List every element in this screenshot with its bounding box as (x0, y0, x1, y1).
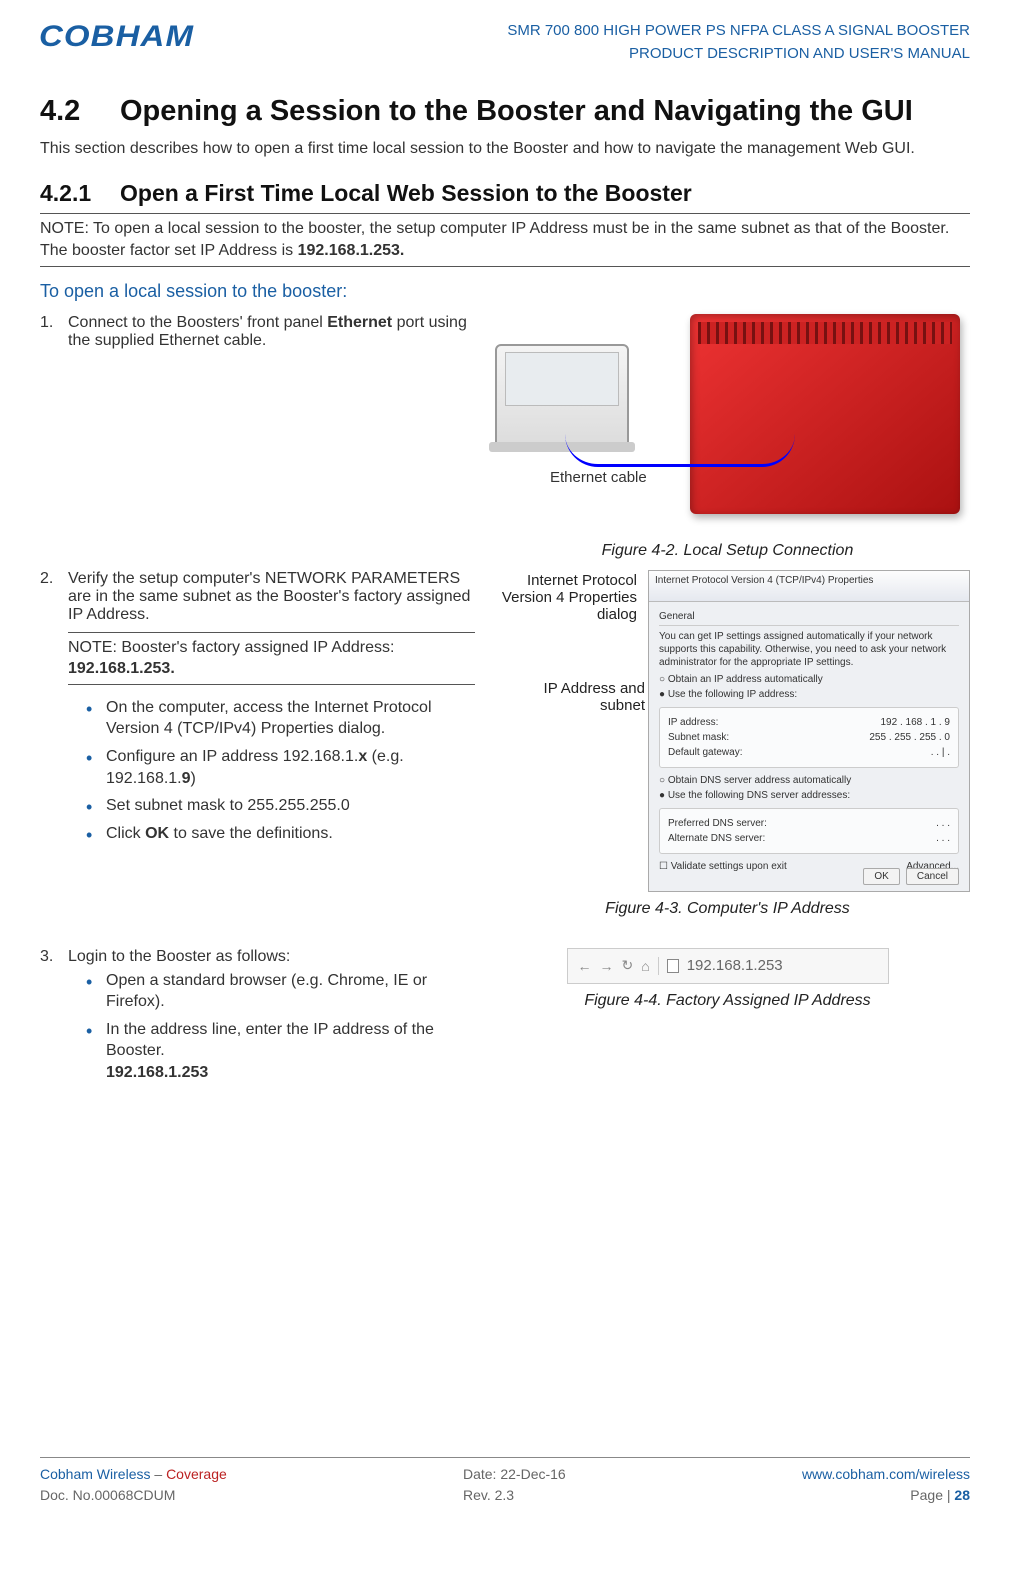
note-text: To open a local session to the booster, … (40, 220, 949, 259)
header-line2: PRODUCT DESCRIPTION AND USER'S MANUAL (507, 43, 970, 66)
cancel-button: Cancel (906, 868, 959, 885)
header-title: SMR 700 800 HIGH POWER PS NFPA CLASS A S… (507, 20, 970, 65)
step-2-note: NOTE: Booster's factory assigned IP Addr… (68, 632, 475, 685)
figure-4-2-diagram: Ethernet cable (485, 314, 970, 534)
step-3-lead: Login to the Booster as follows: (68, 948, 475, 966)
gw-label: Default gateway: (668, 746, 743, 759)
ipv4-dialog-screenshot: Internet Protocol Version 4 (TCP/IPv4) P… (648, 570, 970, 892)
annotation-ip: IP Address and subnet (525, 680, 645, 714)
back-icon: ← (578, 958, 592, 974)
step-3-ip: 192.168.1.253 (106, 1064, 208, 1081)
step-1-text-a: Connect to the Boosters' front panel (68, 314, 327, 331)
dns2-label: Alternate DNS server: (668, 832, 765, 845)
page-footer: Cobham Wireless – Coverage Doc. No.00068… (40, 1457, 970, 1506)
footer-company: Cobham Wireless (40, 1466, 150, 1482)
mask-label: Subnet mask: (668, 731, 729, 744)
step-2-bullet-1: On the computer, access the Internet Pro… (86, 697, 475, 740)
figure-4-4-caption: Figure 4-4. Factory Assigned IP Address (485, 992, 970, 1010)
forward-icon: → (600, 958, 614, 974)
dns2-value: . . . (936, 832, 950, 845)
section-intro: This section describes how to open a fir… (40, 138, 970, 160)
ethernet-cable-line (565, 434, 795, 467)
ip-value: 192 . 168 . 1 . 9 (881, 716, 951, 729)
page-header: COBHAM SMR 700 800 HIGH POWER PS NFPA CL… (40, 20, 970, 65)
annotation-dialog: Internet Protocol Version 4 Properties d… (477, 572, 637, 623)
figure-4-2-caption: Figure 4-2. Local Setup Connection (485, 542, 970, 560)
radio-static-dns: ● Use the following DNS server addresses… (659, 789, 959, 802)
browser-address-bar: ← → ↻ ⌂ 192.168.1.253 (567, 948, 889, 984)
dialog-desc: You can get IP settings assigned automat… (659, 630, 959, 669)
step-2-note-text: Booster's factory assigned IP Address: (121, 639, 394, 656)
step-2-bullet-2: Configure an IP address 192.168.1.x (e.g… (86, 746, 475, 789)
step-2-num: 2. (40, 570, 68, 851)
step-3-bullet-1: Open a standard browser (e.g. Chrome, IE… (86, 970, 475, 1013)
subsection-number: 4.2.1 (40, 180, 120, 207)
footer-date: 22-Dec-16 (500, 1466, 565, 1482)
step-1-num: 1. (40, 314, 68, 350)
footer-coverage: Coverage (166, 1466, 227, 1482)
radio-static-ip: ● Use the following IP address: (659, 688, 959, 701)
step-3: 3. Login to the Booster as follows: Open… (40, 948, 475, 1090)
gw-value: . . | . (931, 746, 950, 759)
step-2-bullet-4: Click OK to save the definitions. (86, 823, 475, 845)
subsection-heading: 4.2.1 Open a First Time Local Web Sessio… (40, 180, 970, 207)
subsection-title-text: Open a First Time Local Web Session to t… (120, 180, 692, 207)
logo: COBHAM (39, 20, 194, 54)
step-3-num: 3. (40, 948, 68, 1090)
step-2-note-prefix: NOTE: (68, 639, 121, 656)
step-2-lead: Verify the setup computer's NETWORK PARA… (68, 570, 475, 624)
footer-page-num: 28 (954, 1487, 970, 1503)
step-2: 2. Verify the setup computer's NETWORK P… (40, 570, 475, 851)
ok-button: OK (863, 868, 899, 885)
mask-value: 255 . 255 . 255 . 0 (869, 731, 950, 744)
procedure-title: To open a local session to the booster: (40, 281, 970, 302)
dns1-value: . . . (936, 817, 950, 830)
step-1: 1. Connect to the Boosters' front panel … (40, 314, 475, 350)
step-1-ethernet: Ethernet (327, 314, 392, 331)
note-prefix: NOTE: (40, 220, 93, 237)
header-line1: SMR 700 800 HIGH POWER PS NFPA CLASS A S… (507, 20, 970, 43)
dialog-titlebar: Internet Protocol Version 4 (TCP/IPv4) P… (649, 571, 969, 602)
note-ip: 192.168.1.253. (298, 242, 405, 259)
radio-auto-ip: ○ Obtain an IP address automatically (659, 673, 959, 686)
subsection-note: NOTE: To open a local session to the boo… (40, 213, 970, 266)
booster-icon (690, 314, 960, 514)
dns1-label: Preferred DNS server: (668, 817, 767, 830)
footer-rev: 2.3 (495, 1487, 514, 1503)
dialog-tab: General (659, 610, 959, 626)
section-heading: 4.2 Opening a Session to the Booster and… (40, 95, 970, 128)
step-3-bullet-2: In the address line, enter the IP addres… (86, 1019, 475, 1084)
ip-label: IP address: (668, 716, 718, 729)
step-2-note-ip: 192.168.1.253. (68, 660, 175, 677)
laptop-icon (495, 344, 629, 448)
url-text: 192.168.1.253 (687, 957, 783, 974)
radio-auto-dns: ○ Obtain DNS server address automaticall… (659, 774, 959, 787)
file-icon (667, 959, 679, 973)
section-number: 4.2 (40, 95, 120, 128)
section-title-text: Opening a Session to the Booster and Nav… (120, 95, 913, 128)
step-2-bullet-3: Set subnet mask to 255.255.255.0 (86, 795, 475, 817)
footer-url: www.cobham.com/wireless (802, 1464, 970, 1485)
footer-doc: Doc. No.00068CDUM (40, 1485, 227, 1506)
reload-icon: ↻ (622, 957, 634, 974)
figure-4-3-caption: Figure 4-3. Computer's IP Address (485, 900, 970, 918)
ethernet-cable-label: Ethernet cable (550, 469, 647, 486)
home-icon: ⌂ (641, 958, 649, 974)
